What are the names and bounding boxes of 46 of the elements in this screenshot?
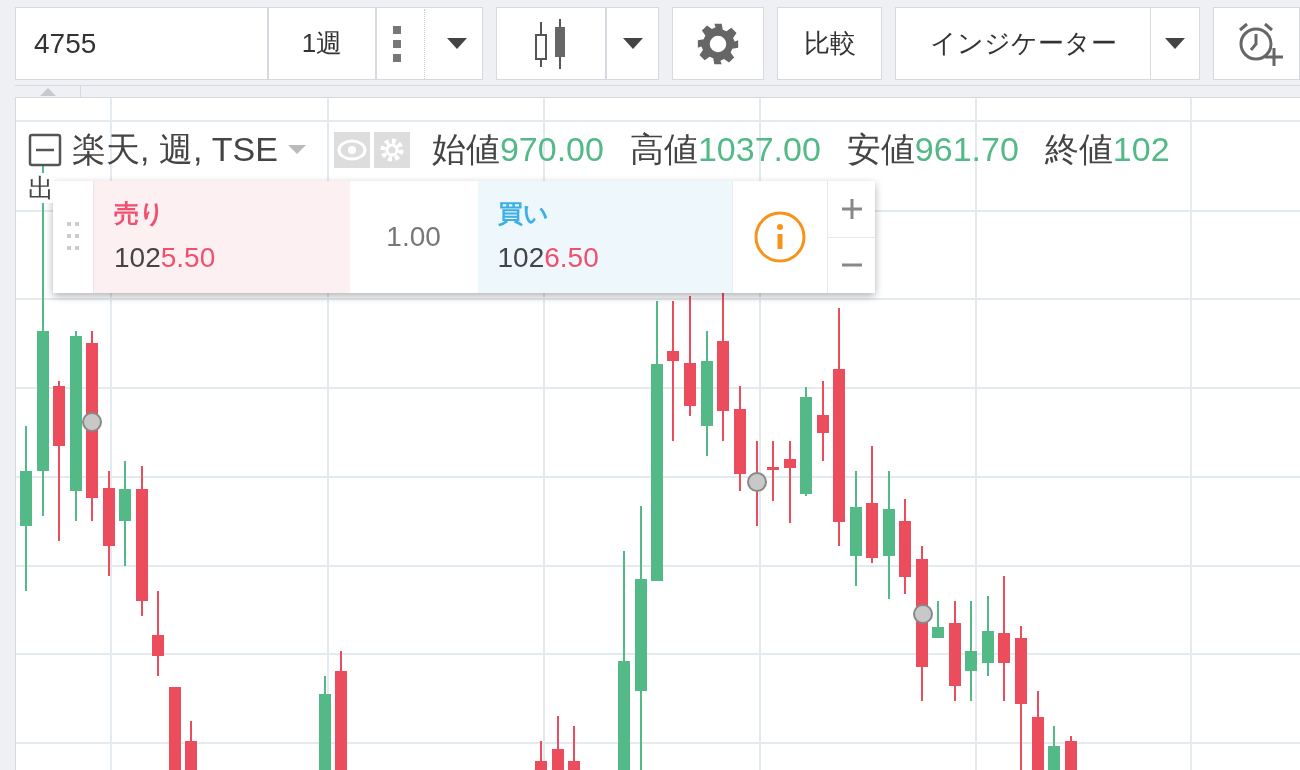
ohlc-value: 102 — [1112, 129, 1170, 170]
marker-dot — [747, 472, 767, 492]
candle — [767, 440, 779, 502]
chart-style-dropdown[interactable] — [606, 7, 659, 80]
candle — [1048, 725, 1060, 770]
interval-button[interactable]: 1週 — [268, 7, 376, 80]
marker-dot — [82, 412, 102, 432]
plus-icon — [841, 198, 862, 219]
volume-label: 出 — [28, 173, 54, 203]
settings-button[interactable] — [672, 7, 765, 80]
compare-button[interactable]: 比較 — [777, 7, 883, 80]
buy-button[interactable]: 買い 1026.50 — [477, 181, 733, 293]
candle — [552, 715, 564, 770]
ohlc-label: 終値 — [1044, 129, 1113, 170]
caret-icon[interactable] — [287, 144, 306, 155]
ohlc-label: 始値 — [431, 129, 500, 170]
candle — [568, 725, 580, 770]
symbol-title: 楽天, 週, TSE — [72, 129, 278, 170]
indicators-button[interactable]: インジケーター — [895, 7, 1152, 80]
symbol-input[interactable]: 4755 — [15, 7, 268, 80]
candle — [185, 720, 197, 770]
ohlc-value: 1037.00 — [697, 129, 821, 170]
drag-handle-icon[interactable] — [67, 222, 79, 252]
candle — [535, 740, 547, 770]
candlestick-icon — [535, 18, 567, 69]
info-icon[interactable] — [753, 210, 808, 264]
ohlc-value: 961.70 — [914, 129, 1019, 170]
indicators-dropdown[interactable] — [1151, 7, 1201, 80]
caret-icon — [447, 37, 467, 50]
ohlc-label: 高値 — [629, 129, 698, 170]
candle — [1065, 735, 1077, 770]
ohlc-value: 970.00 — [499, 129, 604, 170]
caret-icon — [1165, 37, 1186, 50]
caret-icon — [622, 37, 643, 50]
collapse-square-icon[interactable] — [28, 132, 62, 167]
more-menu-button[interactable] — [376, 7, 483, 80]
candle — [932, 600, 944, 639]
sell-button[interactable]: 売り 1025.50 — [93, 181, 350, 293]
minus-icon — [841, 263, 862, 268]
ohlc-label: 安値 — [846, 129, 915, 170]
chart-style-button[interactable] — [496, 7, 606, 80]
settings-icon — [696, 21, 741, 66]
marker-dot — [913, 604, 933, 624]
vertical-dots-icon — [392, 25, 402, 62]
quantity-field[interactable]: 1.00 — [349, 181, 478, 293]
alert-button[interactable] — [1213, 7, 1300, 80]
